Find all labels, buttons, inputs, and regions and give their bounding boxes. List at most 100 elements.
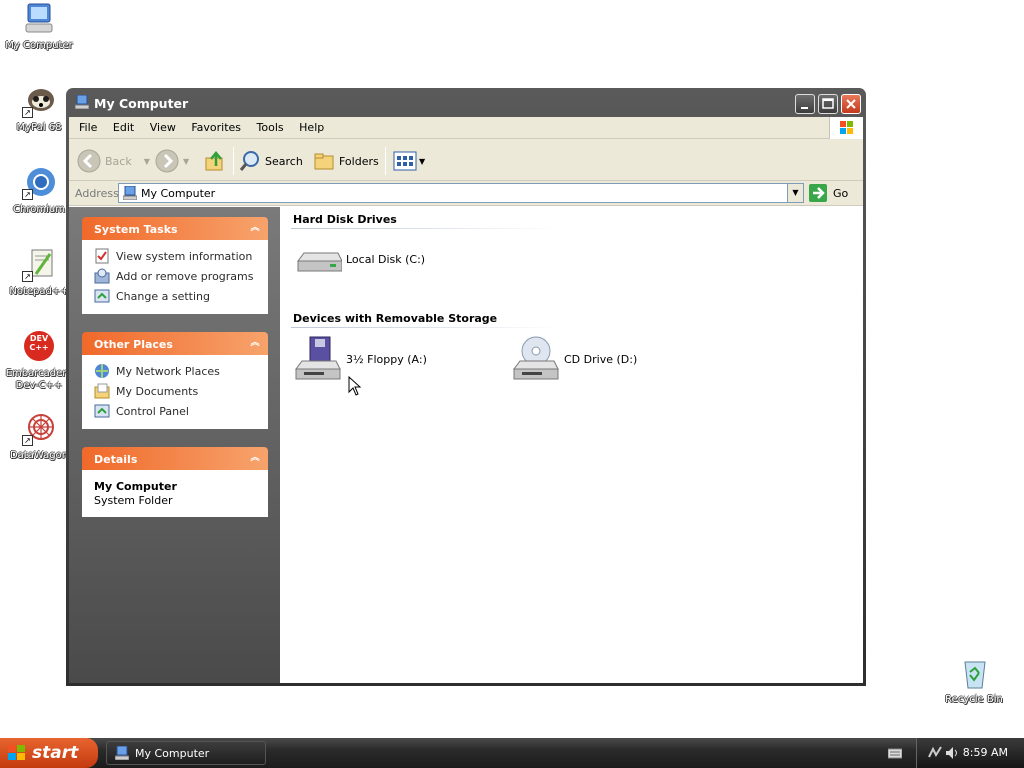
add-remove-programs-icon — [94, 268, 110, 284]
recycle-bin-icon — [957, 656, 991, 690]
windows-logo-icon — [829, 117, 863, 139]
menu-bar: File Edit View Favorites Tools Help — [69, 117, 863, 139]
shortcut-arrow-icon: ↗ — [22, 107, 33, 118]
menu-file[interactable]: File — [73, 117, 103, 134]
network-places-icon — [95, 364, 109, 378]
menu-help[interactable]: Help — [293, 117, 330, 134]
collapse-icon[interactable]: ︽ — [248, 336, 262, 350]
minimize-icon — [801, 107, 808, 109]
notepad-plus-plus-icon: ↗ — [22, 248, 56, 282]
other-places-panel: Other Places ︽ My Network Places My Docu… — [82, 332, 268, 429]
views-icon — [393, 151, 417, 171]
place-control-panel[interactable]: Control Panel — [94, 401, 268, 421]
place-my-documents[interactable]: My Documents — [94, 381, 268, 401]
search-icon — [239, 151, 259, 171]
cd-drive-icon — [513, 336, 559, 380]
menu-favorites[interactable]: Favorites — [185, 117, 247, 134]
details-item-name: My Computer — [94, 480, 177, 493]
folders-button[interactable]: Folders — [313, 148, 379, 174]
toolbar-separator — [385, 147, 386, 175]
back-dropdown-icon[interactable]: ▼ — [144, 157, 150, 166]
my-computer-window[interactable]: My Computer File Edit View Favorites Too… — [66, 88, 866, 686]
views-button[interactable]: ▼ — [393, 148, 425, 174]
place-my-network-places[interactable]: My Network Places — [94, 361, 268, 381]
back-button[interactable]: Back ▼ — [77, 148, 150, 174]
clock[interactable]: 8:59 AM — [963, 746, 1008, 759]
up-folder-button[interactable] — [204, 148, 226, 174]
volume-tray-icon[interactable] — [945, 745, 959, 764]
floppy-drive-icon — [295, 336, 341, 380]
search-button[interactable]: Search — [239, 148, 303, 174]
control-panel-icon — [94, 289, 110, 303]
shortcut-arrow-icon: ↗ — [22, 189, 33, 200]
details-header[interactable]: Details ︽ — [82, 447, 268, 470]
address-bar: Address My Computer ▼ Go — [69, 181, 863, 206]
task-pane: System Tasks ︽ View system information A… — [69, 207, 280, 683]
forward-button[interactable]: ▼ — [155, 148, 189, 174]
system-tasks-body: View system information Add or remove pr… — [82, 240, 268, 314]
desktop: My Computer ↗ MyPal 68 ↗ Chromium ↗ Note… — [0, 0, 1024, 738]
dev-cpp-icon: DEV C++ — [22, 330, 56, 364]
hard-disk-icon — [297, 252, 342, 272]
network-tray-icon[interactable] — [927, 745, 943, 764]
address-dropdown-button[interactable]: ▼ — [787, 184, 803, 202]
group-divider — [291, 228, 561, 229]
forward-arrow-icon — [155, 149, 179, 173]
toolbar-separator — [233, 147, 234, 175]
drive-cd-d[interactable]: CD Drive (D:) — [512, 335, 637, 383]
my-computer-icon — [115, 746, 129, 760]
taskbar-button-my-computer[interactable]: My Computer — [106, 741, 266, 765]
my-computer-icon — [123, 186, 137, 200]
window-body: File Edit View Favorites Tools Help Back… — [69, 117, 863, 683]
chromium-icon: ↗ — [22, 166, 56, 200]
toolbar: Back ▼ ▼ Search Folders ▼ — [69, 139, 863, 181]
maximize-button[interactable] — [818, 94, 838, 114]
group-header-removable-storage: Devices with Removable Storage — [293, 312, 498, 325]
drive-local-disk-c[interactable]: Local Disk (C:) — [294, 235, 425, 283]
menu-view[interactable]: View — [144, 117, 182, 134]
my-computer-icon — [22, 2, 56, 36]
system-tasks-header[interactable]: System Tasks ︽ — [82, 217, 268, 240]
task-view-system-information[interactable]: View system information — [94, 246, 268, 266]
window-title: My Computer — [94, 96, 189, 111]
system-tray: 8:59 AM — [916, 738, 1024, 768]
desktop-icon-recycle-bin[interactable]: Recycle Bin — [934, 656, 1014, 706]
system-tasks-panel: System Tasks ︽ View system information A… — [82, 217, 268, 314]
details-item-type: System Folder — [94, 494, 173, 507]
maximize-icon — [822, 98, 834, 109]
file-list-pane[interactable]: Hard Disk Drives Local Disk (C:) Devices… — [280, 207, 863, 683]
desktop-icon-my-computer[interactable]: My Computer — [0, 2, 79, 52]
back-arrow-icon — [77, 149, 101, 173]
start-button[interactable]: start — [0, 738, 98, 768]
close-button[interactable] — [841, 94, 861, 114]
my-computer-icon — [74, 94, 90, 112]
collapse-icon[interactable]: ︽ — [248, 451, 262, 465]
my-documents-icon — [94, 383, 110, 399]
details-body: My Computer System Folder — [82, 470, 268, 517]
mouse-cursor-icon — [348, 375, 362, 399]
title-bar[interactable]: My Computer — [69, 88, 863, 117]
minimize-button[interactable] — [795, 94, 815, 114]
control-panel-icon — [94, 404, 110, 418]
shortcut-arrow-icon: ↗ — [22, 271, 33, 282]
other-places-header[interactable]: Other Places ︽ — [82, 332, 268, 355]
go-arrow-icon — [809, 184, 827, 202]
address-label: Address — [75, 187, 119, 200]
task-add-remove-programs[interactable]: Add or remove programs — [94, 266, 268, 286]
menu-edit[interactable]: Edit — [107, 117, 140, 134]
menu-tools[interactable]: Tools — [251, 117, 290, 134]
taskbar: start My Computer 8:59 AM — [0, 738, 1024, 768]
group-divider — [291, 327, 561, 328]
datawagon-icon: ↗ — [22, 412, 56, 446]
content-area: System Tasks ︽ View system information A… — [69, 207, 863, 683]
go-button[interactable]: Go — [809, 184, 848, 202]
forward-dropdown-icon[interactable]: ▼ — [183, 157, 189, 166]
keyboard-icon[interactable] — [887, 747, 903, 762]
views-dropdown-icon: ▼ — [419, 156, 426, 166]
collapse-icon[interactable]: ︽ — [248, 221, 262, 235]
task-change-setting[interactable]: Change a setting — [94, 286, 268, 306]
address-input[interactable]: My Computer ▼ — [118, 183, 804, 203]
group-header-hard-disk-drives: Hard Disk Drives — [293, 213, 397, 226]
dev-cpp-badge-text: DEV C++ — [29, 334, 49, 352]
details-panel: Details ︽ My Computer System Folder — [82, 447, 268, 517]
